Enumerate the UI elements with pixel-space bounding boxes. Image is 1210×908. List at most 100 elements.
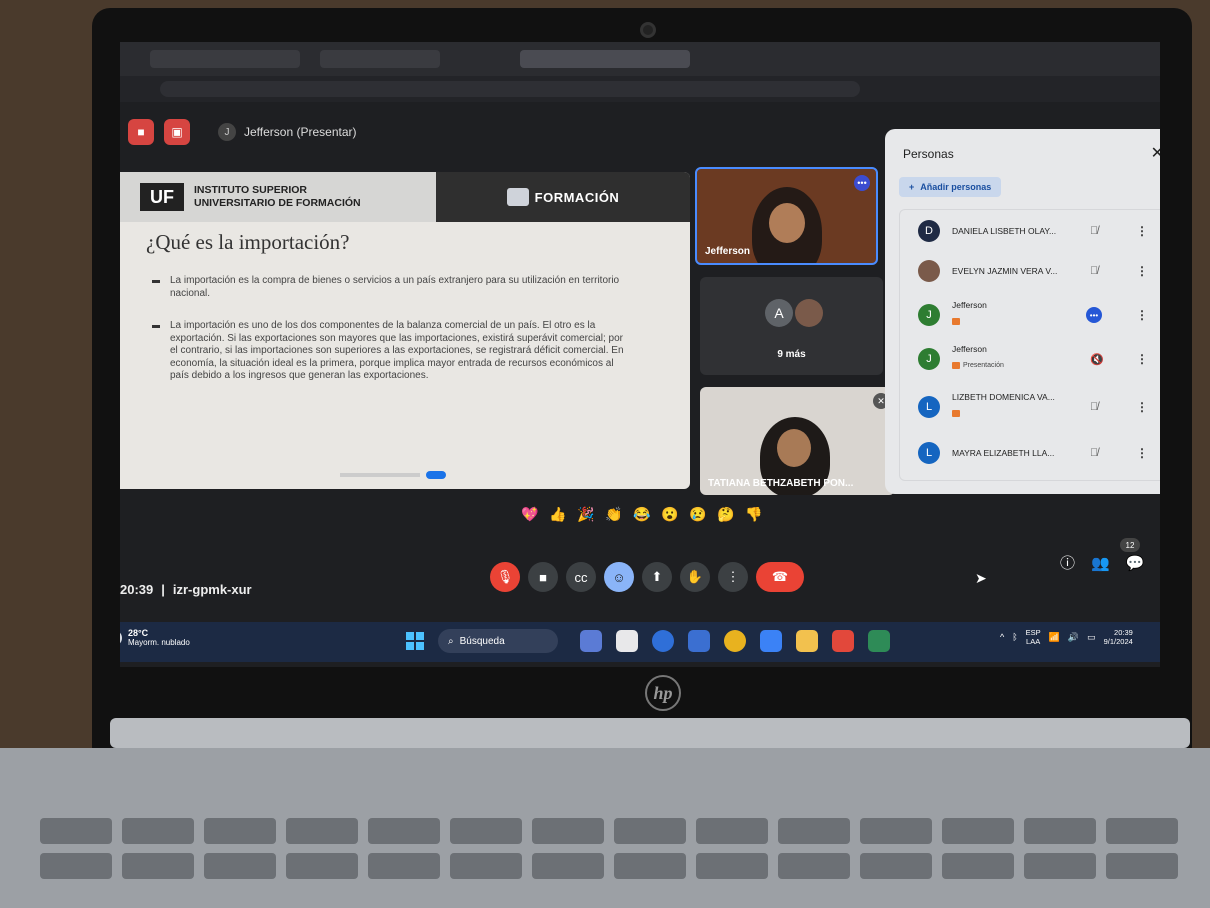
store-icon[interactable]	[760, 630, 782, 652]
muted-mic-icon: 🎙̸	[1090, 447, 1099, 459]
clock-date: 9/1/2024	[1103, 637, 1133, 647]
browser-tab-strip	[120, 42, 1160, 76]
captions-icon[interactable]: cc	[566, 562, 596, 592]
participant-row[interactable]: D DANIELA LISBETH OLAY... 🎙̸ ⋮	[900, 214, 1160, 248]
thinking-reaction-icon[interactable]: 🤔	[716, 504, 736, 524]
call-controls: 🎙 ■ cc ☺ ⬆ ✋ ⋮ ☎	[490, 562, 804, 592]
present-screen-icon[interactable]: ⬆	[642, 562, 672, 592]
stop-presenting-icon[interactable]: ■	[128, 119, 154, 145]
presentation-tag-label: Presentación	[963, 362, 1004, 369]
add-people-button[interactable]: + Añadir personas	[899, 177, 1002, 197]
muted-audio-icon: 🔇	[1090, 353, 1104, 366]
more-vert-icon[interactable]: ⋮	[1136, 264, 1148, 278]
participant-avatar: J	[918, 348, 940, 370]
weather-widget[interactable]: 28°C Mayorm. nublado	[120, 628, 190, 647]
more-vert-icon[interactable]: ⋮	[1136, 352, 1148, 366]
add-person-icon: +	[909, 182, 915, 192]
chrome-icon[interactable]	[724, 630, 746, 652]
video-tile-more[interactable]: A 9 más	[700, 277, 883, 375]
brand-title: FORMACIÓN	[534, 189, 620, 205]
participant-face	[777, 429, 811, 467]
more-options-icon[interactable]: •••	[854, 175, 870, 191]
browser-tab-active[interactable]	[520, 50, 690, 68]
clap-reaction-icon[interactable]: 👏	[604, 504, 624, 524]
search-label: Búsqueda	[459, 635, 505, 647]
laugh-reaction-icon[interactable]: 😂	[632, 504, 652, 524]
heart-reaction-icon[interactable]: 💖	[520, 504, 540, 524]
presenter-label: Jefferson (Presentar)	[244, 125, 357, 139]
camera-icon[interactable]: ■	[528, 562, 558, 592]
more-vert-icon[interactable]: ⋮	[1136, 308, 1148, 322]
mouse-cursor: ➤	[975, 570, 987, 586]
chat-icon[interactable]: 💬	[1126, 554, 1145, 572]
meeting-separator: |	[161, 582, 165, 597]
people-panel: Personas ✕ + Añadir personas D DANIELA L…	[885, 129, 1160, 494]
video-tile-tatiana[interactable]: ✕ TATIANA BETHZABETH PON...	[700, 387, 895, 495]
participant-row[interactable]: J Jefferson ••• ⋮	[900, 298, 1160, 332]
start-icon[interactable]	[406, 632, 424, 650]
emoji-icon[interactable]: ☺	[604, 562, 634, 592]
folder-icon[interactable]	[796, 630, 818, 652]
thumbs-down-reaction-icon[interactable]: 👎	[744, 504, 764, 524]
browser-tab[interactable]	[150, 50, 300, 68]
laptop-hinge	[110, 718, 1190, 748]
bluetooth-icon[interactable]: ᛒ	[1012, 632, 1017, 642]
wifi-icon[interactable]: 📶	[1049, 632, 1060, 643]
taskbar-search[interactable]: ⌕ Búsqueda	[438, 629, 558, 653]
participant-avatar: A	[765, 299, 793, 327]
teams-icon[interactable]	[868, 630, 890, 652]
more-vert-icon[interactable]: ⋮	[718, 562, 748, 592]
video-tile-jefferson[interactable]: ••• Jefferson	[695, 167, 878, 265]
add-people-label: Añadir personas	[920, 182, 992, 192]
sad-reaction-icon[interactable]: 😢	[688, 504, 708, 524]
presentation-icon[interactable]: ▣	[164, 119, 190, 145]
reaction-bar: 💖 👍 🎉 👏 😂 😮 😢 🤔 👎	[520, 504, 764, 524]
end-call-button[interactable]: ☎	[756, 562, 804, 592]
participant-avatar: L	[918, 396, 940, 418]
taskbar-apps	[580, 630, 890, 652]
brave-icon[interactable]	[832, 630, 854, 652]
meet-app-icon[interactable]	[652, 630, 674, 652]
chevron-up-icon[interactable]: ^	[1000, 632, 1004, 642]
participant-avatar: J	[918, 304, 940, 326]
participant-avatar: D	[918, 220, 940, 242]
participant-row[interactable]: L LIZBETH DOMENICA VA... 🎙̸ ⋮	[900, 390, 1160, 424]
more-vert-icon[interactable]: ⋮	[1136, 400, 1148, 414]
muted-mic-icon: 🎙̸	[1090, 401, 1099, 413]
clock-time: 20:39	[1114, 628, 1133, 637]
info-icon[interactable]: ⓘ	[1060, 552, 1075, 573]
surprised-reaction-icon[interactable]: 😮	[660, 504, 680, 524]
party-reaction-icon[interactable]: 🎉	[576, 504, 596, 524]
battery-icon[interactable]: ▭	[1087, 632, 1096, 643]
close-icon[interactable]: ✕	[1151, 143, 1160, 163]
browser-tab[interactable]	[320, 50, 440, 68]
institution-line-2: UNIVERSITARIO DE FORMACIÓN	[194, 197, 361, 209]
presenter-pill[interactable]: J Jefferson (Presentar)	[218, 123, 357, 141]
people-icon[interactable]: 👥	[1091, 554, 1110, 572]
muted-mic-icon: 🎙̸	[1090, 225, 1099, 237]
more-vert-icon[interactable]: ⋮	[1136, 224, 1148, 238]
participant-row[interactable]: J Jefferson Presentación 🔇 ⋮	[900, 342, 1160, 376]
word-icon[interactable]	[688, 630, 710, 652]
cloudy-icon	[120, 629, 122, 646]
slide-bullet: La importación es uno de los dos compone…	[152, 320, 630, 383]
language-indicator[interactable]: ESP LAA	[1026, 628, 1041, 646]
more-vert-icon[interactable]: ⋮	[1136, 446, 1148, 460]
participant-row[interactable]: L MAYRA ELIZABETH LLA... 🎙̸ ⋮	[900, 436, 1160, 470]
slide-brand: FORMACIÓN	[436, 172, 690, 222]
search-icon: ⌕	[448, 635, 454, 647]
participant-row[interactable]: EVELYN JAZMIN VERA V... 🎙̸ ⋮	[900, 254, 1160, 288]
raise-hand-icon[interactable]: ✋	[680, 562, 710, 592]
thumbs-up-reaction-icon[interactable]: 👍	[548, 504, 568, 524]
clock[interactable]: 20:39 9/1/2024	[1104, 628, 1133, 647]
volume-icon[interactable]: 🔊	[1068, 632, 1079, 643]
presenter-avatar: J	[218, 123, 236, 141]
mic-off-icon[interactable]: 🎙	[490, 562, 520, 592]
slide-footer-button	[425, 471, 447, 479]
meeting-info: 20:39 | izr-gpmk-xur	[120, 582, 252, 597]
file-app-icon[interactable]	[616, 630, 638, 652]
slide-bullet: La importación es la compra de bienes o …	[152, 275, 630, 300]
url-field[interactable]	[160, 81, 860, 97]
presentation-icon	[952, 410, 960, 417]
widget-app-icon[interactable]	[580, 630, 602, 652]
